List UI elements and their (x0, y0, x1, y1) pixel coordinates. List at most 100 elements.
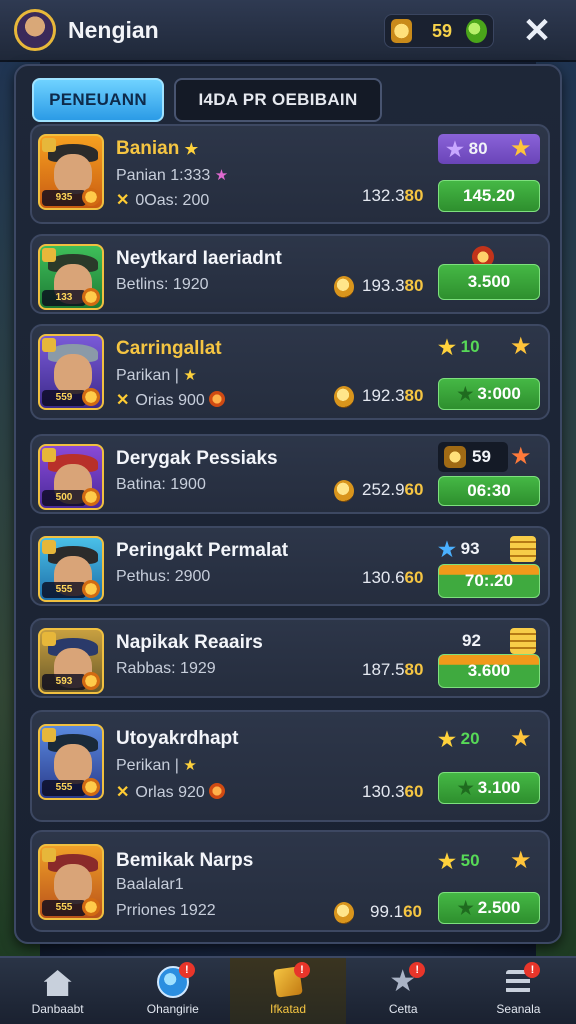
trophy-icon (444, 446, 466, 468)
favorite-star-icon[interactable]: ★ (510, 332, 532, 361)
player-name: Napikak Reaairs (116, 632, 263, 653)
player-card[interactable]: 935 Banian ★ Panian 1:333 ★ ✕ 0Oas: 200 1… (30, 124, 550, 224)
player-score: 130.660 (362, 568, 424, 587)
player-card[interactable]: 593 Napikak Reaairs Rabbas: 1929 187.580… (30, 618, 550, 698)
tab-primary[interactable]: PENEUANN (32, 78, 164, 122)
player-name: Bemikak Narps (116, 850, 254, 871)
player-score: 99.160 (370, 902, 423, 921)
buy-button[interactable]: ★ 3.100 (438, 772, 540, 804)
player-stat-line: Batina: 1900 (116, 476, 206, 493)
player-card[interactable]: 559 Carringallat Parikan | ★ ✕ Orias 900 … (30, 324, 550, 420)
close-button[interactable]: ✕ (518, 14, 556, 48)
star-icon: ★ (438, 538, 456, 561)
player-score: 192.380 (362, 386, 424, 405)
tab-bar: PENEUANN I4DA PR OEBIBAIN (32, 78, 382, 122)
player-portrait: 555 (38, 724, 104, 800)
player-card[interactable]: 500 Derygak Pessiaks Batina: 1900 252.96… (30, 434, 550, 514)
player-score: 252.960 (362, 480, 424, 499)
player-rating: 59 (438, 442, 508, 472)
coin-icon (334, 480, 354, 502)
player-stat-line: Pethus: 2900 (116, 568, 211, 585)
player-stat-line: Perikan | ★ (116, 757, 197, 774)
player-stat-line: Betlins: 1920 (116, 276, 209, 293)
nav-cards[interactable]: ! Ifkatad (230, 958, 346, 1024)
player-card[interactable]: 555 Peringakt Permalat Pethus: 2900 130.… (30, 526, 550, 606)
player-score: 187.580 (362, 660, 424, 679)
player-name: Carringallat (116, 338, 222, 359)
globe-icon: ! (156, 962, 195, 998)
coin-icon (334, 276, 354, 298)
top-bar: Nengian 59 ✕ (0, 0, 576, 62)
star-icon: ★ (446, 138, 464, 161)
nav-star[interactable]: ★! Cetta (346, 958, 461, 1024)
player-portrait: 555 (38, 536, 104, 602)
player-stat-line-2: ✕ Orlas 920 (116, 782, 225, 802)
player-portrait: 935 (38, 134, 104, 210)
player-score: 132.380 (362, 186, 424, 205)
tab-secondary[interactable]: I4DA PR OEBIBAIN (174, 78, 382, 122)
bottom-nav: Danbaabt ! Ohangirie ! Ifkatad ★! Cetta … (0, 956, 576, 1024)
player-stat-line-2: ✕ Orias 900 (116, 390, 225, 410)
coins-stack-icon (510, 628, 536, 654)
player-rating: ★ 93 (438, 538, 480, 561)
player-card[interactable]: 133 Neytkard Iaeriadnt Betlins: 1920 193… (30, 234, 550, 314)
player-card[interactable]: 555 Utoyakrdhapt Perikan | ★ ✕ Orlas 920 … (30, 710, 550, 822)
player-stat-line: Parikan | ★ (116, 367, 197, 384)
player-rating: ★ 10 (438, 336, 480, 359)
star-icon: ★ (438, 850, 456, 873)
buy-button[interactable]: ★ 2.500 (438, 892, 540, 924)
nav-label: Danbaabt (31, 1002, 84, 1016)
player-stat-line: Baalalar1 (116, 876, 184, 893)
player-rating: ★ 20 (438, 728, 480, 751)
player-stat-line: Rabbas: 1929 (116, 660, 216, 677)
player-stat-line: Panian 1:333 ★ (116, 167, 229, 184)
favorite-star-icon[interactable]: ★ (510, 846, 532, 875)
currency-display[interactable]: 59 (384, 14, 494, 48)
player-portrait: 559 (38, 334, 104, 410)
player-portrait: 555 (38, 844, 104, 920)
add-currency-icon[interactable] (466, 19, 487, 43)
menu-icon: ! (502, 962, 541, 998)
player-rating: ★ 50 (438, 850, 480, 873)
favorite-star-icon[interactable]: ★ (510, 724, 532, 753)
fire-icon (208, 783, 225, 799)
player-score: 130.360 (362, 782, 424, 801)
player-score: 193.380 (362, 276, 424, 295)
nav-home[interactable]: Danbaabt (0, 958, 115, 1024)
player-name: Utoyakrdhapt (116, 728, 239, 749)
fire-icon (208, 391, 225, 407)
nav-label: Ifkatad (269, 1002, 307, 1016)
favorite-star-icon[interactable]: ★ (510, 442, 532, 471)
buy-button[interactable]: ★ 3:000 (438, 378, 540, 410)
player-portrait: 500 (38, 444, 104, 510)
buy-button[interactable]: 70:.20 (438, 564, 540, 598)
nav-label: Ohangirie (146, 1002, 199, 1016)
player-card[interactable]: 555 Bemikak Narps Baalalar1 Prriones 192… (30, 830, 550, 932)
coin-icon (334, 902, 354, 924)
buy-button[interactable]: 3.600 (438, 654, 540, 688)
player-portrait: 593 (38, 628, 104, 694)
nav-label: Cetta (388, 1002, 418, 1016)
coins-stack-icon (510, 536, 536, 562)
player-name: Neytkard Iaeriadnt (116, 248, 282, 269)
player-rating: 92 (462, 631, 481, 650)
currency-value: 59 (431, 20, 453, 41)
nav-menu[interactable]: ! Seanala (461, 958, 576, 1024)
star-icon: ★ (438, 336, 456, 359)
home-icon (42, 966, 74, 998)
player-stat-line-2: ✕ 0Oas: 200 (116, 192, 210, 209)
player-name: Banian ★ (116, 138, 199, 159)
star-icon: ★ (438, 728, 456, 751)
player-name: Peringakt Permalat (116, 540, 289, 561)
profile-avatar[interactable] (14, 9, 56, 51)
buy-button[interactable]: 145.20 (438, 180, 540, 212)
buy-button[interactable]: 06:30 (438, 476, 540, 506)
cards-icon: ! (272, 962, 310, 998)
player-portrait: 133 (38, 244, 104, 310)
favorite-star-icon[interactable]: ★ (510, 134, 532, 163)
buy-button[interactable]: 3.500 (438, 264, 540, 300)
nav-label: Seanala (496, 1002, 541, 1016)
nav-globe[interactable]: ! Ohangirie (115, 958, 230, 1024)
coin-icon (334, 386, 354, 408)
trophy-icon (391, 19, 412, 43)
